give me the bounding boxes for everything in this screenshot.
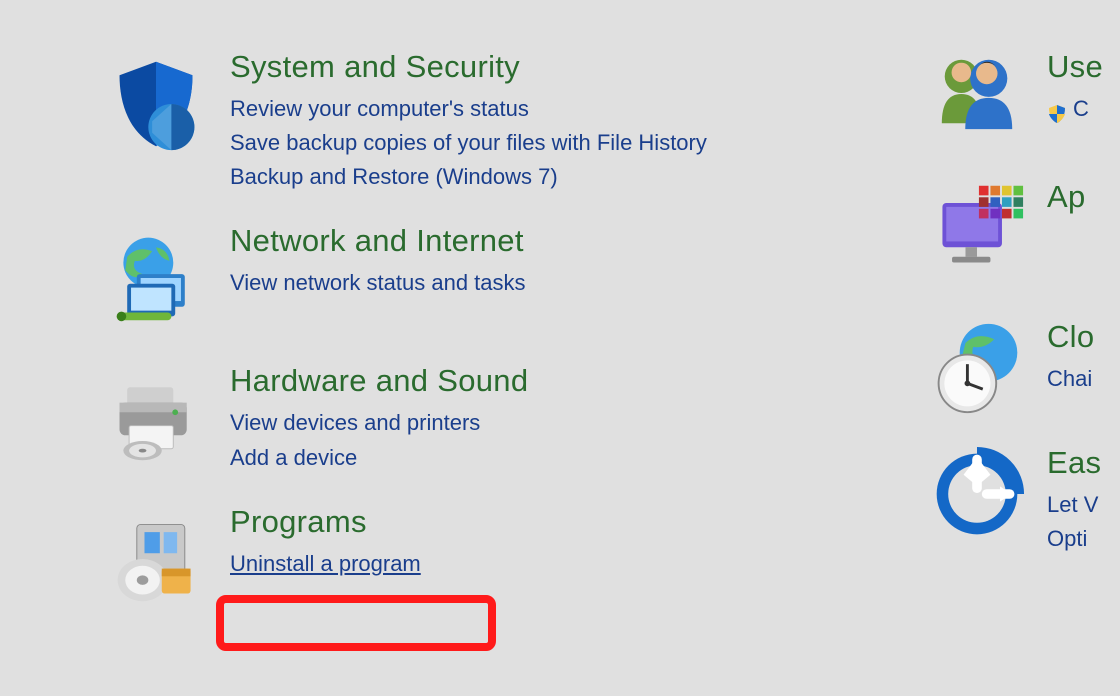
link-review-status[interactable]: Review your computer's status (230, 92, 707, 126)
link-add-device[interactable]: Add a device (230, 441, 528, 475)
ease-of-access-icon (925, 444, 1029, 544)
category-body: Use C (1029, 48, 1103, 126)
category-clock[interactable]: Clo Chai (925, 318, 1120, 418)
link-let-windows[interactable]: Let V (1047, 488, 1101, 522)
category-title[interactable]: Ap (1047, 180, 1086, 214)
link-change-account[interactable]: C (1047, 92, 1103, 126)
clock-globe-icon (925, 318, 1029, 418)
link-network-status[interactable]: View network status and tasks (230, 266, 526, 300)
category-title[interactable]: Use (1047, 50, 1103, 84)
category-body: Network and Internet View network status… (212, 222, 526, 300)
category-body: Clo Chai (1029, 318, 1094, 396)
category-body: Ap (1029, 178, 1086, 222)
right-column: Use C (925, 48, 1120, 584)
link-file-history[interactable]: Save backup copies of your files with Fi… (230, 126, 707, 160)
programs-icon (100, 503, 212, 615)
category-body: System and Security Review your computer… (212, 48, 707, 194)
users-icon (925, 48, 1029, 138)
category-title[interactable]: Hardware and Sound (230, 364, 528, 398)
printer-icon (100, 362, 212, 474)
category-body: Hardware and Sound View devices and prin… (212, 362, 528, 474)
uac-shield-icon (1047, 100, 1067, 120)
category-body: Eas Let V Opti (1029, 444, 1101, 556)
category-title[interactable]: Clo (1047, 320, 1094, 354)
category-programs[interactable]: Programs Uninstall a program (100, 503, 820, 615)
shield-icon (100, 48, 212, 160)
link-change-date[interactable]: Chai (1047, 362, 1094, 396)
category-body: Programs Uninstall a program (212, 503, 421, 581)
link-text: C (1073, 96, 1089, 121)
link-devices-printers[interactable]: View devices and printers (230, 406, 528, 440)
link-uninstall-program[interactable]: Uninstall a program (230, 547, 421, 581)
category-title[interactable]: System and Security (230, 50, 707, 84)
category-user-accounts[interactable]: Use C (925, 48, 1120, 138)
category-title[interactable]: Programs (230, 505, 421, 539)
category-title[interactable]: Network and Internet (230, 224, 526, 258)
link-optimize[interactable]: Opti (1047, 522, 1101, 556)
control-panel-categories: System and Security Review your computer… (0, 0, 1120, 696)
category-network[interactable]: Network and Internet View network status… (100, 222, 820, 334)
category-ease-of-access[interactable]: Eas Let V Opti (925, 444, 1120, 556)
category-title[interactable]: Eas (1047, 446, 1101, 480)
category-appearance[interactable]: Ap (925, 178, 1120, 278)
globe-network-icon (100, 222, 212, 334)
link-backup-restore[interactable]: Backup and Restore (Windows 7) (230, 160, 707, 194)
category-system-security[interactable]: System and Security Review your computer… (100, 48, 820, 194)
left-column: System and Security Review your computer… (100, 48, 820, 643)
category-hardware[interactable]: Hardware and Sound View devices and prin… (100, 362, 820, 474)
personalization-icon (925, 178, 1029, 278)
